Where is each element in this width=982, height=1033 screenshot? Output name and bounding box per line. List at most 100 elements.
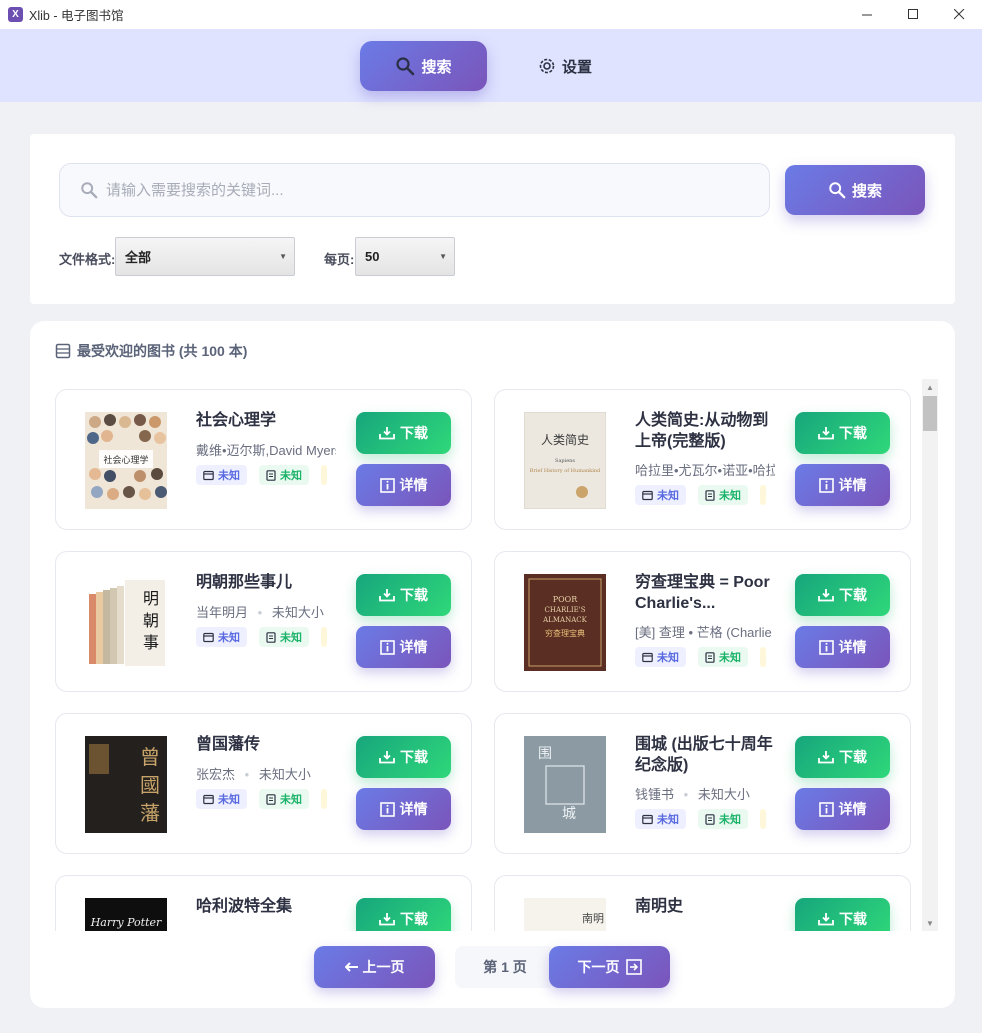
- book-grid: 社会心理学 社会心理学 戴维•迈尔斯,David Myers 未知 未知 下载: [55, 379, 940, 931]
- svg-text:Sapiens: Sapiens: [555, 458, 575, 464]
- file-format-icon: [642, 652, 653, 662]
- size-chip: 未知: [259, 465, 309, 485]
- book-card: 南明 南明史 下载: [494, 875, 911, 931]
- search-icon: [81, 182, 98, 199]
- book-cover: 曾 國 藩: [85, 736, 167, 833]
- minimize-button[interactable]: [844, 0, 890, 29]
- document-icon: [705, 813, 715, 825]
- current-page-label: 第 1 页: [455, 946, 555, 988]
- scroll-up-arrow[interactable]: ▲: [922, 379, 938, 395]
- search-button[interactable]: 搜索: [785, 165, 925, 215]
- svg-text:ALMANACK: ALMANACK: [542, 616, 587, 624]
- extra-chip: [321, 789, 327, 809]
- perpage-select-value: 50: [365, 249, 380, 264]
- prev-page-button[interactable]: 上一页: [314, 946, 435, 988]
- info-icon: [818, 801, 834, 817]
- download-button[interactable]: 下载: [795, 574, 890, 616]
- download-button[interactable]: 下载: [795, 898, 890, 931]
- download-icon: [379, 913, 395, 926]
- svg-text:Harry Potter: Harry Potter: [90, 916, 162, 929]
- svg-text:藩: 藩: [140, 801, 160, 825]
- book-meta: 钱锺书 • 未知大小: [635, 784, 775, 803]
- download-icon: [818, 751, 834, 764]
- download-button[interactable]: 下载: [795, 412, 890, 454]
- details-button[interactable]: 详情: [356, 626, 451, 668]
- results-scrollbar[interactable]: ▲ ▼: [922, 379, 938, 931]
- download-icon: [818, 913, 834, 926]
- book-title: 穷查理宝典 = Poor Charlie's...: [635, 574, 770, 612]
- format-select[interactable]: 全部 ▼: [115, 237, 295, 276]
- info-icon: [379, 477, 395, 493]
- svg-text:CHARLIE'S: CHARLIE'S: [544, 606, 585, 614]
- svg-text:城: 城: [562, 806, 576, 822]
- svg-text:事: 事: [143, 633, 159, 652]
- details-button[interactable]: 详情: [795, 464, 890, 506]
- format-label: 文件格式:: [59, 252, 116, 267]
- download-button[interactable]: 下载: [356, 574, 451, 616]
- close-button[interactable]: [936, 0, 982, 29]
- close-icon: [953, 9, 964, 20]
- next-page-button[interactable]: 下一页: [549, 946, 670, 988]
- details-button[interactable]: 详情: [356, 464, 451, 506]
- results-header: 最受欢迎的图书 (共 100 本): [55, 341, 247, 361]
- book-title: 明朝那些事儿: [196, 574, 293, 591]
- scroll-down-arrow[interactable]: ▼: [922, 915, 938, 931]
- document-icon: [266, 631, 276, 643]
- arrow-left-icon: [344, 962, 358, 972]
- svg-text:POOR: POOR: [553, 595, 579, 604]
- book-card: 人类简史 Sapiens Brief History of Humankind …: [494, 389, 911, 530]
- size-chip: 未知: [698, 485, 748, 505]
- download-button[interactable]: 下载: [356, 412, 451, 454]
- nav-settings-tab[interactable]: 设置: [530, 41, 600, 91]
- svg-text:曾: 曾: [140, 745, 160, 769]
- download-button[interactable]: 下载: [356, 736, 451, 778]
- info-icon: [818, 477, 834, 493]
- format-chip: 未知: [635, 647, 686, 667]
- book-title: 社会心理学: [196, 412, 277, 429]
- maximize-icon: [907, 9, 918, 19]
- book-title: 人类简史:从动物到上帝(完整版): [635, 412, 769, 450]
- extra-chip: [760, 809, 766, 829]
- book-card: POOR CHARLIE'S ALMANACK 穷查理宝典 穷查理宝典 = Po…: [494, 551, 911, 692]
- book-author: [美] 查理 • 芒格 (Charlie Munger): [635, 625, 775, 640]
- details-button[interactable]: 详情: [795, 626, 890, 668]
- search-input[interactable]: [106, 181, 746, 199]
- file-format-icon: [203, 794, 214, 804]
- search-input-wrapper[interactable]: [59, 163, 770, 217]
- book-size: 未知大小: [697, 787, 750, 802]
- chevron-down-icon: ▼: [279, 252, 287, 261]
- format-select-value: 全部: [125, 250, 152, 265]
- scroll-thumb[interactable]: [923, 396, 937, 431]
- book-meta: 当年明月 • 未知大小: [196, 602, 336, 621]
- details-button[interactable]: 详情: [356, 788, 451, 830]
- download-button[interactable]: 下载: [356, 898, 451, 931]
- perpage-select[interactable]: 50 ▼: [355, 237, 455, 276]
- book-author: 哈拉里•尤瓦尔•诺亚•哈拉里: [635, 463, 775, 478]
- book-card: 社会心理学 社会心理学 戴维•迈尔斯,David Myers 未知 未知 下载: [55, 389, 472, 530]
- download-icon: [818, 589, 834, 602]
- book-author: 当年明月: [196, 605, 249, 620]
- nav-settings-label: 设置: [561, 58, 592, 76]
- book-cover: Harry Potter: [85, 898, 167, 931]
- book-size: 未知大小: [271, 605, 324, 620]
- nav-search-label: 搜索: [421, 58, 452, 76]
- svg-text:明: 明: [143, 589, 159, 608]
- document-icon: [705, 489, 715, 501]
- book-size: 未知大小: [258, 767, 311, 782]
- book-chips: 未知 未知: [635, 809, 777, 829]
- nav-search-tab[interactable]: 搜索: [360, 41, 487, 91]
- cover-title-text: 穷查理宝典: [545, 628, 585, 638]
- download-button[interactable]: 下载: [795, 736, 890, 778]
- book-chips: 未知 未知: [196, 465, 338, 485]
- perpage-label: 每页:: [324, 252, 355, 267]
- book-card: Harry Potter 哈利波特全集 下载: [55, 875, 472, 931]
- details-button[interactable]: 详情: [795, 788, 890, 830]
- book-author: 戴维•迈尔斯,David Myers: [196, 443, 336, 458]
- maximize-button[interactable]: [890, 0, 936, 29]
- format-chip: 未知: [196, 789, 247, 809]
- search-icon: [829, 182, 846, 199]
- book-card: 围 城 围城 (出版七十周年纪念版) 钱锺书 • 未知大小 未知 未知 下载 详…: [494, 713, 911, 854]
- book-title: 围城 (出版七十周年纪念版): [635, 736, 773, 774]
- format-chip: 未知: [196, 627, 247, 647]
- minimize-icon: [861, 14, 872, 16]
